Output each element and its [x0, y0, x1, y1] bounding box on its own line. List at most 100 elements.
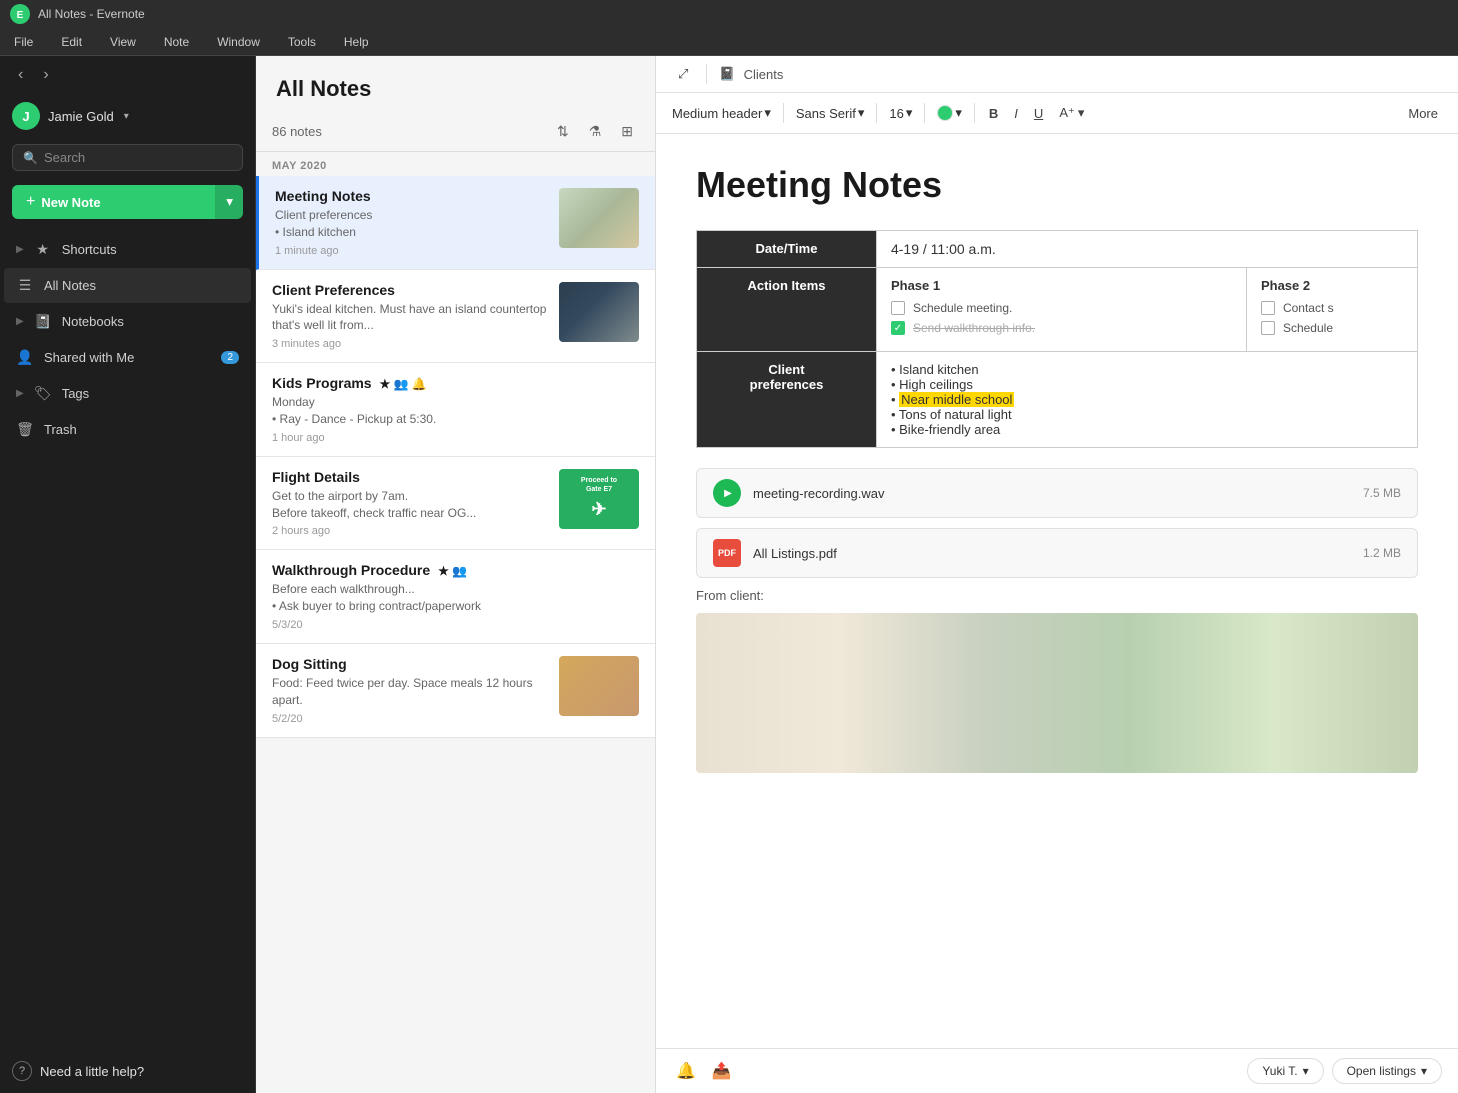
sort-button[interactable]: ⇅ — [551, 120, 575, 143]
note-item[interactable]: Meeting Notes Client preferences• Island… — [256, 176, 655, 270]
view-button[interactable]: ⊞ — [615, 120, 639, 143]
note-preview: Monday• Ray - Dance - Pickup at 5:30. — [272, 394, 639, 428]
note-thumbnail — [559, 188, 639, 248]
from-client-label: From client: — [696, 588, 1418, 603]
menu-help[interactable]: Help — [338, 33, 375, 51]
note-preview: Before each walkthrough...• Ask buyer to… — [272, 581, 639, 615]
notebook-icon: 📓 — [719, 66, 735, 82]
user-name: Jamie Gold — [48, 109, 114, 124]
nav-arrows: ‹ › — [0, 56, 255, 94]
new-note-button[interactable]: + New Note — [12, 185, 215, 219]
note-thumbnail — [559, 656, 639, 716]
search-box[interactable]: 🔍 Search — [12, 144, 243, 171]
help-icon: ? — [12, 1061, 32, 1081]
note-item[interactable]: Walkthrough Procedure ★ 👥 Before each wa… — [256, 550, 655, 644]
expand-icon: ▶ — [16, 388, 24, 399]
filter-button[interactable]: ⚗ — [583, 120, 608, 143]
note-title: Walkthrough Procedure ★ 👥 — [272, 562, 639, 578]
sidebar-item-tags[interactable]: ▶ 🏷 Tags — [4, 376, 251, 411]
note-preview: Client preferences• Island kitchen — [275, 207, 547, 241]
expand-icon: ▶ — [16, 244, 24, 255]
note-content: Dog Sitting Food: Feed twice per day. Sp… — [272, 656, 547, 725]
open-listings-button[interactable]: Open listings ▾ — [1332, 1058, 1442, 1084]
trash-icon: 🗑 — [16, 421, 34, 438]
menu-file[interactable]: File — [8, 33, 39, 51]
editor-toolbar: Medium header ▾ Sans Serif ▾ 16 ▾ ▾ B — [656, 93, 1458, 134]
note-preview: Get to the airport by 7am.Before takeoff… — [272, 488, 547, 522]
menu-edit[interactable]: Edit — [55, 33, 88, 51]
pref-item: • High ceilings — [891, 377, 1403, 392]
pref-item: • Tons of natural light — [891, 407, 1403, 422]
listings-label: Open listings — [1347, 1064, 1416, 1078]
note-title-heading: Meeting Notes — [696, 164, 1418, 206]
chevron-down-icon: ▾ — [858, 105, 865, 121]
editor-content[interactable]: Meeting Notes Date/Time 4-19 / 11:00 a.m… — [656, 134, 1458, 1048]
more-button[interactable]: More — [1400, 102, 1446, 125]
checkbox-row: Contact s — [1261, 301, 1403, 315]
phase1-header: Phase 1 — [891, 278, 1232, 293]
bell-icon-button[interactable]: 🔔 — [672, 1057, 700, 1085]
sidebar-item-trash[interactable]: 🗑 Trash — [4, 412, 251, 447]
attachment-pdf: PDF All Listings.pdf 1.2 MB — [696, 528, 1418, 578]
sidebar-item-notebooks[interactable]: ▶ 📓 Notebooks — [4, 304, 251, 339]
expand-editor-button[interactable]: ⤢ — [672, 62, 694, 86]
sidebar-item-shortcuts[interactable]: ▶ ★ Shortcuts — [4, 232, 251, 267]
checkbox-unchecked[interactable] — [1261, 301, 1275, 315]
note-item[interactable]: Dog Sitting Food: Feed twice per day. Sp… — [256, 644, 655, 738]
user-area[interactable]: J Jamie Gold ▾ — [0, 94, 255, 138]
color-picker[interactable]: ▾ — [933, 103, 966, 123]
note-item[interactable]: Client Preferences Yuki's ideal kitchen.… — [256, 270, 655, 364]
note-thumbnail: Proceed to Gate E7 ✈ — [559, 469, 639, 529]
user-label: Yuki T. — [1262, 1064, 1297, 1078]
note-item[interactable]: Kids Programs ★ 👥 🔔 Monday• Ray - Dance … — [256, 363, 655, 457]
sidebar-nav-section: ▶ ★ Shortcuts ☰ All Notes ▶ 📓 Notebooks … — [0, 227, 255, 452]
play-button[interactable]: ▶ — [713, 479, 741, 507]
checkbox-unchecked[interactable] — [1261, 321, 1275, 335]
checkbox-label: Contact s — [1283, 301, 1334, 315]
app-body: ‹ › J Jamie Gold ▾ 🔍 Search + New Note ▾ — [0, 56, 1458, 1093]
note-time: 3 minutes ago — [272, 338, 547, 350]
italic-button[interactable]: I — [1008, 102, 1024, 125]
menu-note[interactable]: Note — [158, 33, 195, 51]
note-thumbnail — [559, 282, 639, 342]
note-time: 2 hours ago — [272, 525, 547, 537]
checkbox-checked[interactable]: ✓ — [891, 321, 905, 335]
nav-back-button[interactable]: ‹ — [12, 64, 29, 86]
tags-icon: 🏷 — [34, 385, 52, 402]
table-cell-datetime: 4-19 / 11:00 a.m. — [876, 231, 1417, 268]
sidebar-item-shared[interactable]: 👤 Shared with Me 2 — [4, 340, 251, 375]
format-select[interactable]: Medium header ▾ — [668, 103, 775, 123]
sidebar-item-all-notes[interactable]: ☰ All Notes — [4, 268, 251, 303]
attachment-audio: ▶ meeting-recording.wav 7.5 MB — [696, 468, 1418, 518]
text-style-button[interactable]: A⁺ ▾ — [1053, 101, 1090, 125]
phase2-header: Phase 2 — [1261, 278, 1403, 293]
font-size-select[interactable]: 16 ▾ — [885, 103, 916, 123]
shared-icon: 👤 — [16, 349, 34, 366]
font-select[interactable]: Sans Serif ▾ — [792, 103, 869, 123]
chevron-down-icon: ▾ — [764, 105, 771, 121]
nav-forward-button[interactable]: › — [37, 64, 54, 86]
checkbox-unchecked[interactable] — [891, 301, 905, 315]
expand-icon: ⤢ — [678, 66, 688, 82]
checkbox-row: Schedule — [1261, 321, 1403, 335]
color-dot — [937, 105, 953, 121]
chevron-down-icon: ▾ — [906, 105, 913, 121]
table-cell-phase2: Phase 2 Contact s Schedule — [1246, 268, 1417, 352]
note-item[interactable]: Flight Details Get to the airport by 7am… — [256, 457, 655, 551]
underline-button[interactable]: U — [1028, 102, 1049, 125]
meeting-table: Date/Time 4-19 / 11:00 a.m. Action Items… — [696, 230, 1418, 448]
play-icon: ▶ — [724, 488, 732, 499]
menu-tools[interactable]: Tools — [282, 33, 322, 51]
table-header-datetime: Date/Time — [697, 231, 877, 268]
help-area[interactable]: ? Need a little help? — [0, 1049, 255, 1093]
share-icon-button[interactable]: 📤 — [708, 1057, 736, 1085]
sidebar-item-label: Notebooks — [62, 314, 239, 329]
menu-window[interactable]: Window — [211, 33, 266, 51]
user-button[interactable]: Yuki T. ▾ — [1247, 1058, 1323, 1084]
bold-button[interactable]: B — [983, 102, 1004, 125]
search-icon: 🔍 — [23, 151, 38, 165]
new-note-dropdown-button[interactable]: ▾ — [215, 185, 243, 219]
menu-view[interactable]: View — [104, 33, 142, 51]
checkbox-row: Schedule meeting. — [891, 301, 1232, 315]
attachment-name: meeting-recording.wav — [753, 486, 1351, 501]
